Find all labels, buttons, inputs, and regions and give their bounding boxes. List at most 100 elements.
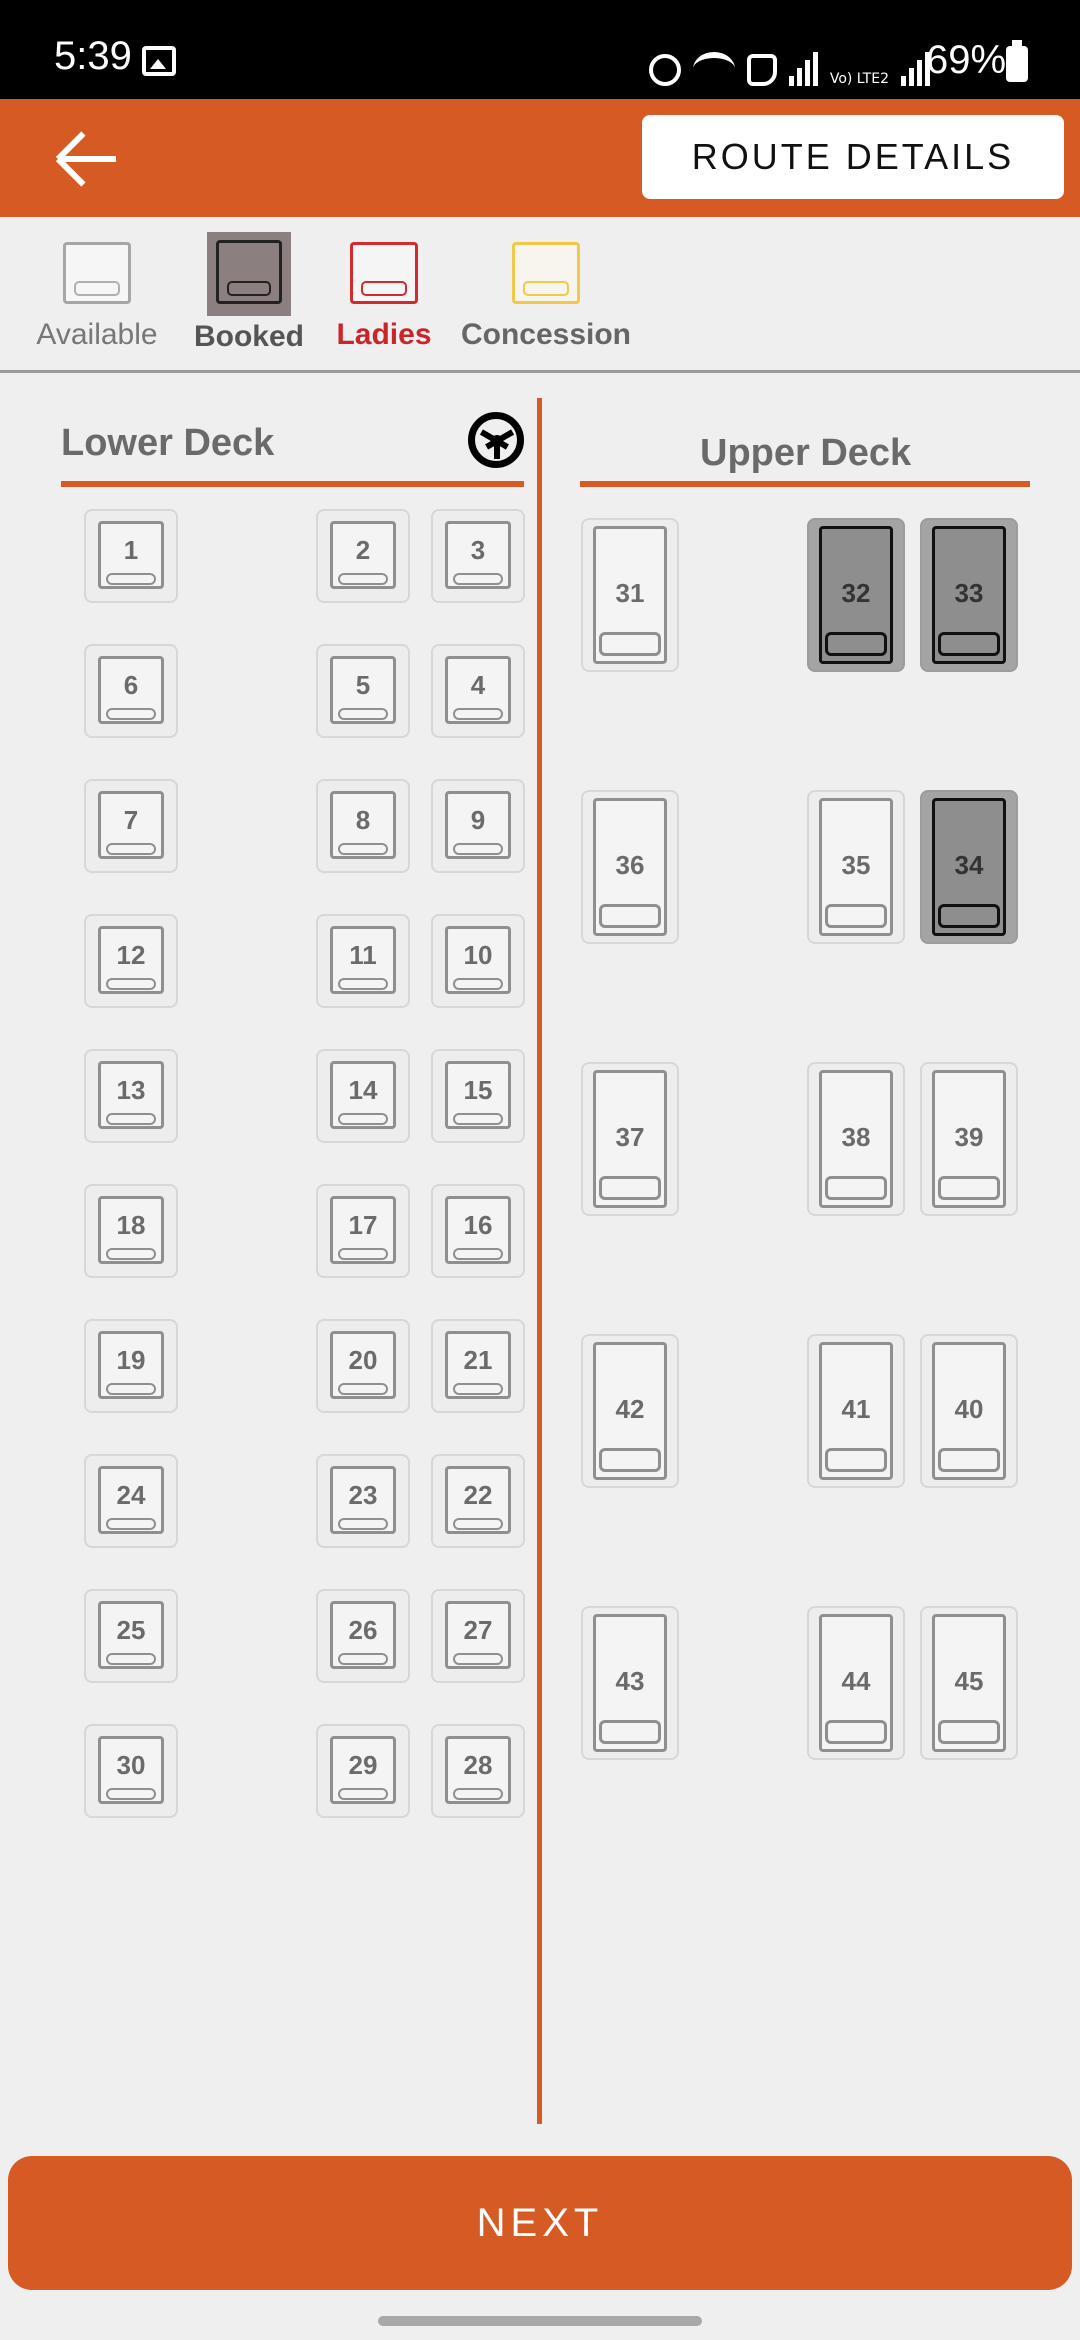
seat-2[interactable]: 2 bbox=[316, 509, 410, 603]
wifi-icon bbox=[692, 52, 735, 86]
seat-pillow bbox=[106, 978, 156, 990]
seat-23[interactable]: 23 bbox=[316, 1454, 410, 1548]
seat-pillow bbox=[338, 1653, 388, 1665]
seat-29[interactable]: 29 bbox=[316, 1724, 410, 1818]
seat-pillow bbox=[106, 708, 156, 720]
seat-36[interactable]: 36 bbox=[581, 790, 679, 944]
seat-number: 41 bbox=[841, 1394, 871, 1424]
seat-number: 10 bbox=[463, 940, 493, 970]
seat-43[interactable]: 43 bbox=[581, 1606, 679, 1760]
booked-seat-icon bbox=[216, 240, 282, 304]
seat-21[interactable]: 21 bbox=[431, 1319, 525, 1413]
seat-3[interactable]: 3 bbox=[431, 509, 525, 603]
seat-8[interactable]: 8 bbox=[316, 779, 410, 873]
seat-pillow bbox=[825, 904, 887, 928]
seat-38[interactable]: 38 bbox=[807, 1062, 905, 1216]
seat-number: 7 bbox=[123, 805, 139, 835]
seat-24[interactable]: 24 bbox=[84, 1454, 178, 1548]
route-details-button[interactable]: ROUTE DETAILS bbox=[642, 115, 1064, 199]
legend-booked-label: Booked bbox=[193, 320, 304, 353]
seat-31[interactable]: 31 bbox=[581, 518, 679, 672]
seat-pillow bbox=[453, 1653, 503, 1665]
seat-pillow bbox=[599, 1176, 661, 1200]
seat-22[interactable]: 22 bbox=[431, 1454, 525, 1548]
seat-25[interactable]: 25 bbox=[84, 1589, 178, 1683]
seat-pillow bbox=[338, 978, 388, 990]
seat-number: 29 bbox=[348, 1750, 378, 1780]
seat-11[interactable]: 11 bbox=[316, 914, 410, 1008]
concession-seat-icon bbox=[512, 242, 580, 304]
seat-9[interactable]: 9 bbox=[431, 779, 525, 873]
upper-deck-underline bbox=[580, 481, 1030, 487]
seat-1[interactable]: 1 bbox=[84, 509, 178, 603]
seat-number: 27 bbox=[463, 1615, 493, 1645]
seat-20[interactable]: 20 bbox=[316, 1319, 410, 1413]
seat-number: 40 bbox=[954, 1394, 984, 1424]
booked-seat-32: 32 bbox=[807, 518, 905, 672]
legend-booked: Booked bbox=[174, 232, 324, 354]
seat-16[interactable]: 16 bbox=[431, 1184, 525, 1278]
booked-seat-34: 34 bbox=[920, 790, 1018, 944]
upper-deck-title: Upper Deck bbox=[700, 432, 912, 474]
seat-30[interactable]: 30 bbox=[84, 1724, 178, 1818]
seat-pillow bbox=[106, 1653, 156, 1665]
seat-number: 24 bbox=[116, 1480, 146, 1510]
seat-35[interactable]: 35 bbox=[807, 790, 905, 944]
seat-pillow bbox=[338, 708, 388, 720]
seat-pillow bbox=[453, 1788, 503, 1800]
seat-number: 43 bbox=[615, 1666, 645, 1696]
seat-number: 30 bbox=[116, 1750, 146, 1780]
seat-37[interactable]: 37 bbox=[581, 1062, 679, 1216]
seat-pillow bbox=[938, 1176, 1000, 1200]
seat-6[interactable]: 6 bbox=[84, 644, 178, 738]
signal-icon bbox=[788, 52, 818, 86]
alarm-icon bbox=[648, 54, 681, 86]
home-indicator[interactable] bbox=[378, 2316, 702, 2326]
seat-pillow bbox=[938, 1720, 1000, 1744]
seat-number: 33 bbox=[954, 578, 984, 608]
seat-18[interactable]: 18 bbox=[84, 1184, 178, 1278]
seat-13[interactable]: 13 bbox=[84, 1049, 178, 1143]
seat-39[interactable]: 39 bbox=[920, 1062, 1018, 1216]
seat-pillow bbox=[825, 1720, 887, 1744]
seat-pillow bbox=[599, 1720, 661, 1744]
seat-42[interactable]: 42 bbox=[581, 1334, 679, 1488]
seat-7[interactable]: 7 bbox=[84, 779, 178, 873]
seat-number: 4 bbox=[470, 670, 486, 700]
seat-number: 2 bbox=[355, 535, 371, 565]
seat-15[interactable]: 15 bbox=[431, 1049, 525, 1143]
seat-pillow bbox=[599, 1448, 661, 1472]
ladies-seat-icon bbox=[350, 242, 418, 304]
status-bar: 5:39 Vo) LTE2 69% bbox=[0, 0, 1080, 99]
seat-12[interactable]: 12 bbox=[84, 914, 178, 1008]
seat-27[interactable]: 27 bbox=[431, 1589, 525, 1683]
seat-pillow bbox=[453, 1113, 503, 1125]
seat-17[interactable]: 17 bbox=[316, 1184, 410, 1278]
next-button[interactable]: NEXT bbox=[8, 2156, 1072, 2290]
seat-pillow bbox=[938, 1448, 1000, 1472]
seat-41[interactable]: 41 bbox=[807, 1334, 905, 1488]
legend-available: Available bbox=[22, 242, 172, 352]
seat-number: 19 bbox=[116, 1345, 146, 1375]
back-arrow-icon[interactable] bbox=[48, 123, 128, 193]
battery-icon bbox=[1006, 40, 1028, 82]
seat-pillow bbox=[106, 843, 156, 855]
seat-pillow bbox=[453, 1518, 503, 1530]
seat-40[interactable]: 40 bbox=[920, 1334, 1018, 1488]
seat-number: 13 bbox=[116, 1075, 146, 1105]
seat-pillow bbox=[338, 843, 388, 855]
seat-19[interactable]: 19 bbox=[84, 1319, 178, 1413]
seat-10[interactable]: 10 bbox=[431, 914, 525, 1008]
seat-number: 18 bbox=[116, 1210, 146, 1240]
seat-14[interactable]: 14 bbox=[316, 1049, 410, 1143]
seat-number: 23 bbox=[348, 1480, 378, 1510]
seat-4[interactable]: 4 bbox=[431, 644, 525, 738]
lte-label: Vo) LTE2 bbox=[829, 71, 889, 87]
seat-45[interactable]: 45 bbox=[920, 1606, 1018, 1760]
deck-divider bbox=[537, 398, 542, 2124]
seat-44[interactable]: 44 bbox=[807, 1606, 905, 1760]
seat-26[interactable]: 26 bbox=[316, 1589, 410, 1683]
seat-28[interactable]: 28 bbox=[431, 1724, 525, 1818]
app-toolbar: ROUTE DETAILS bbox=[0, 99, 1080, 217]
seat-5[interactable]: 5 bbox=[316, 644, 410, 738]
